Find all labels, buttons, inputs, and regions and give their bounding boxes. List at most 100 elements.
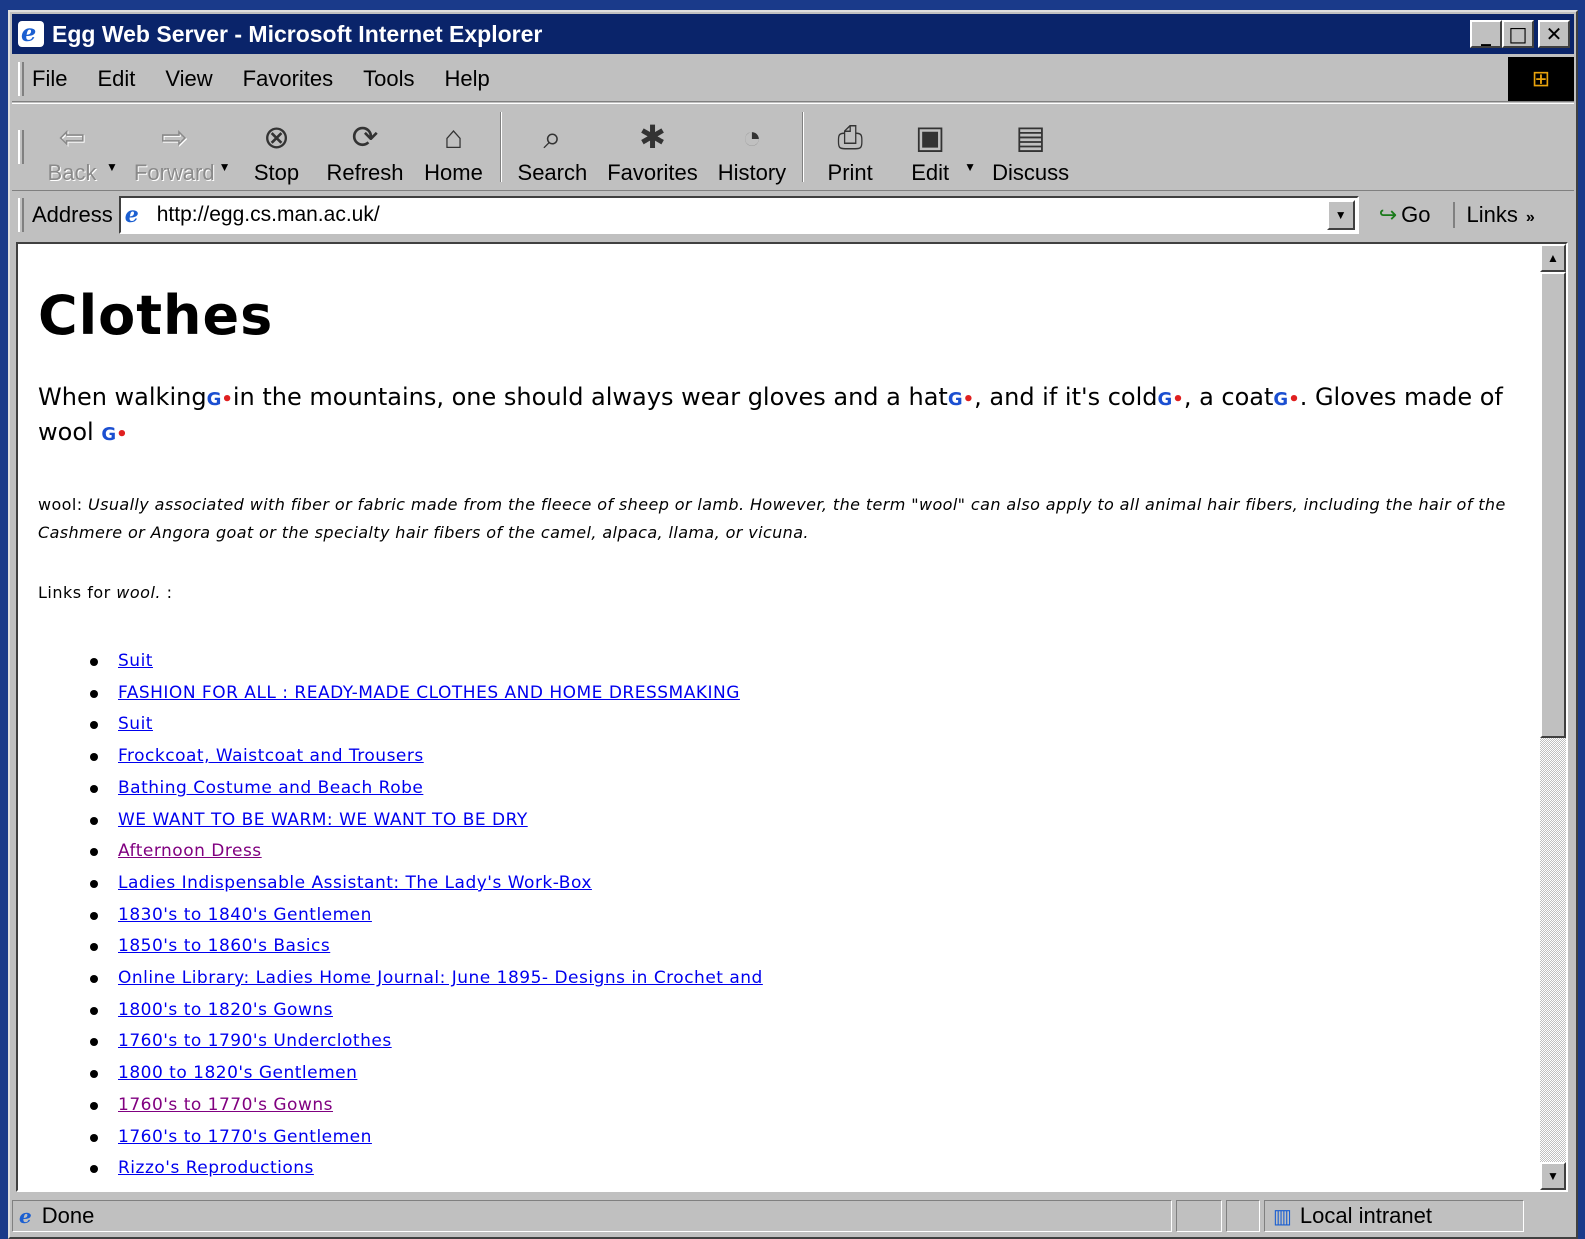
status-text: Done bbox=[41, 1203, 95, 1228]
toolbar-grip[interactable] bbox=[18, 130, 24, 164]
status-text-panel: e Done bbox=[12, 1200, 1172, 1232]
scroll-down-button[interactable]: ▼ bbox=[1540, 1162, 1566, 1190]
windows-logo-icon: ⊞ bbox=[1508, 56, 1574, 101]
scroll-thumb[interactable] bbox=[1540, 272, 1566, 738]
vertical-scrollbar[interactable]: ▲ ▼ bbox=[1540, 244, 1566, 1190]
gloss-link-icon[interactable]: G• bbox=[948, 389, 974, 410]
definition-term: wool: bbox=[38, 495, 83, 514]
discuss-button[interactable]: ▤ Discuss bbox=[982, 108, 1079, 186]
intro-text: , and if it's cold bbox=[974, 383, 1158, 411]
page-title: Clothes bbox=[38, 284, 274, 347]
title-bar[interactable]: e Egg Web Server - Microsoft Internet Ex… bbox=[12, 14, 1574, 54]
menu-file[interactable]: File bbox=[32, 66, 67, 92]
favorites-folder-icon: ✱ bbox=[639, 119, 666, 155]
forward-button[interactable]: ⇨ Forward bbox=[124, 108, 225, 186]
menu-view[interactable]: View bbox=[165, 66, 212, 92]
result-link[interactable]: 1760's to 1770's Gentlemen bbox=[118, 1127, 372, 1147]
intro-text: in the mountains, one should always wear… bbox=[232, 383, 948, 411]
favorites-label: Favorites bbox=[607, 160, 698, 185]
toolbar-separator bbox=[499, 112, 502, 182]
menu-edit[interactable]: Edit bbox=[97, 66, 135, 92]
result-link[interactable]: Online Library: Ladies Home Journal: Jun… bbox=[118, 968, 763, 988]
menu-bar: File Edit View Favorites Tools Help ⊞ bbox=[12, 56, 1574, 102]
result-link[interactable]: Bathing Costume and Beach Robe bbox=[118, 778, 423, 798]
stop-label: Stop bbox=[253, 160, 300, 185]
intro-paragraph: When walkingG•in the mountains, one shou… bbox=[38, 381, 1528, 451]
list-item: Afternoon Dress bbox=[90, 836, 1528, 868]
gloss-link-icon[interactable]: G• bbox=[1158, 389, 1184, 410]
status-panel bbox=[1226, 1200, 1260, 1232]
history-button[interactable]: ◔ History bbox=[708, 108, 796, 186]
result-link[interactable]: Frockcoat, Waistcoat and Trousers bbox=[118, 746, 424, 766]
print-label: Print bbox=[827, 160, 873, 185]
address-grip[interactable] bbox=[18, 198, 24, 232]
back-arrow-icon: ⇦ bbox=[58, 119, 86, 155]
list-item: 1760's to 1770's Gentlemen bbox=[90, 1122, 1528, 1154]
result-link[interactable]: WE WANT TO BE WARM: WE WANT TO BE DRY bbox=[118, 810, 528, 830]
home-button[interactable]: ⌂ Home bbox=[414, 108, 494, 186]
print-button[interactable]: ⎙ Print bbox=[810, 108, 890, 186]
favorites-button[interactable]: ✱ Favorites bbox=[597, 108, 707, 186]
close-button[interactable]: ✕ bbox=[1538, 20, 1570, 48]
history-label: History bbox=[717, 160, 787, 185]
address-input[interactable]: e http://egg.cs.man.ac.uk/ ▼ bbox=[118, 196, 1359, 234]
links-for-heading: Links for wool. : bbox=[38, 583, 1528, 602]
intranet-icon: ▥ bbox=[1273, 1205, 1292, 1228]
edit-dropdown-icon[interactable]: ▼ bbox=[964, 160, 976, 174]
list-item: 1760's to 1770's Gowns bbox=[90, 1090, 1528, 1122]
result-link[interactable]: Afternoon Dress bbox=[118, 841, 262, 861]
menu-help[interactable]: Help bbox=[445, 66, 490, 92]
standard-toolbar: ⇦ Back ▼ ⇨ Forward ▼ ⊗ Stop ⟳ Refresh ⌂ … bbox=[12, 103, 1574, 191]
maximize-button[interactable]: □ bbox=[1502, 20, 1534, 48]
search-button[interactable]: ⌕ Search bbox=[508, 108, 598, 186]
result-link[interactable]: 1800 to 1820's Gentlemen bbox=[118, 1063, 357, 1083]
address-bar: Address e http://egg.cs.man.ac.uk/ ▼ ↪ G… bbox=[12, 192, 1574, 238]
address-url[interactable]: http://egg.cs.man.ac.uk/ bbox=[157, 203, 380, 227]
result-link[interactable]: Suit bbox=[118, 651, 153, 671]
list-item: 1800's to 1820's Gowns bbox=[90, 995, 1528, 1027]
refresh-button[interactable]: ⟳ Refresh bbox=[316, 108, 413, 186]
back-dropdown-icon[interactable]: ▼ bbox=[106, 160, 118, 174]
gloss-link-icon[interactable]: G• bbox=[101, 424, 127, 445]
refresh-label: Refresh bbox=[326, 160, 404, 185]
gloss-link-icon[interactable]: G• bbox=[1273, 389, 1299, 410]
search-label: Search bbox=[517, 160, 588, 185]
result-link[interactable]: FASHION FOR ALL : READY-MADE CLOTHES AND… bbox=[118, 683, 740, 703]
links-for-prefix: Links for bbox=[38, 583, 111, 602]
intro-text: When walking bbox=[38, 383, 207, 411]
result-link[interactable]: Suit bbox=[118, 714, 153, 734]
forward-dropdown-icon[interactable]: ▼ bbox=[219, 160, 231, 174]
search-icon: ⌕ bbox=[543, 119, 562, 155]
zone-label: Local intranet bbox=[1299, 1203, 1432, 1228]
minimize-button[interactable]: _ bbox=[1470, 20, 1502, 48]
menu-grip[interactable] bbox=[18, 61, 24, 96]
result-link[interactable]: 1760's to 1770's Gowns bbox=[118, 1095, 333, 1115]
list-item: FASHION FOR ALL : READY-MADE CLOTHES AND… bbox=[90, 678, 1528, 710]
menu-tools[interactable]: Tools bbox=[363, 66, 414, 92]
home-label: Home bbox=[424, 160, 483, 185]
forward-label: Forward bbox=[133, 160, 215, 185]
word-edit-icon: ▣ bbox=[915, 119, 946, 155]
list-item: 1800 to 1820's Gentlemen bbox=[90, 1058, 1528, 1090]
result-link[interactable]: 1830's to 1840's Gentlemen bbox=[118, 905, 372, 925]
gloss-link-icon[interactable]: G• bbox=[207, 389, 233, 410]
result-link[interactable]: 1800's to 1820's Gowns bbox=[118, 1000, 333, 1020]
scroll-up-button[interactable]: ▲ bbox=[1540, 244, 1566, 272]
address-dropdown-icon[interactable]: ▼ bbox=[1326, 200, 1355, 230]
history-icon: ◔ bbox=[742, 119, 762, 155]
list-item: Rizzo's Reproductions bbox=[90, 1153, 1528, 1185]
go-button[interactable]: ↪ Go bbox=[1379, 202, 1431, 228]
result-link[interactable]: 1760's to 1790's Underclothes bbox=[118, 1031, 392, 1051]
result-link[interactable]: Ladies Indispensable Assistant: The Lady… bbox=[118, 873, 592, 893]
result-link[interactable]: Rizzo's Reproductions bbox=[118, 1158, 314, 1178]
list-item: WE WANT TO BE WARM: WE WANT TO BE DRY bbox=[90, 805, 1528, 837]
back-button[interactable]: ⇦ Back bbox=[32, 108, 112, 186]
links-label: Links bbox=[1466, 202, 1518, 227]
edit-button[interactable]: ▣ Edit bbox=[890, 108, 970, 186]
links-toolbar[interactable]: Links » bbox=[1452, 202, 1535, 228]
page-icon: e bbox=[124, 202, 139, 228]
browser-window: e Egg Web Server - Microsoft Internet Ex… bbox=[8, 10, 1578, 1239]
result-link[interactable]: 1850's to 1860's Basics bbox=[118, 936, 330, 956]
menu-favorites[interactable]: Favorites bbox=[243, 66, 333, 92]
stop-button[interactable]: ⊗ Stop bbox=[236, 108, 316, 186]
